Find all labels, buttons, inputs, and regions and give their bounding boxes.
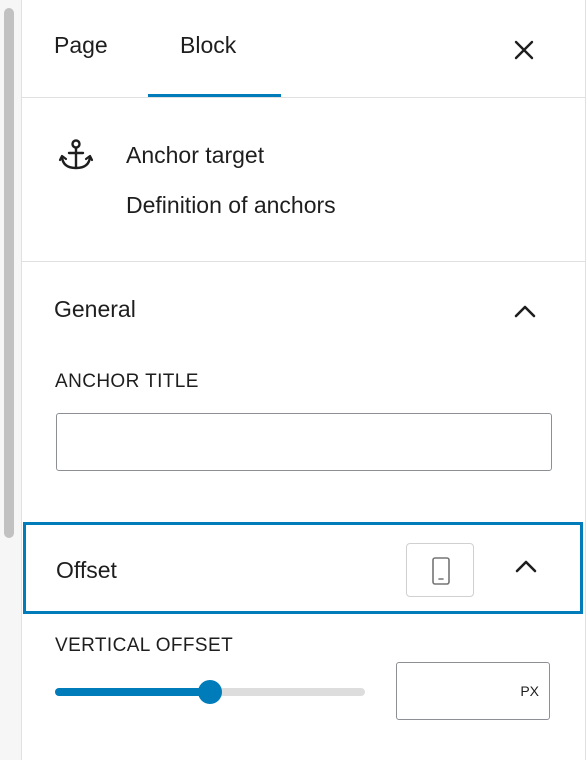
chevron-up-icon[interactable]: [512, 302, 538, 320]
offset-panel-title: Offset: [56, 557, 117, 583]
slider-fill: [55, 688, 210, 696]
chevron-up-icon[interactable]: [513, 557, 539, 575]
block-title: Anchor target: [126, 142, 265, 168]
vertical-offset-input[interactable]: [397, 663, 507, 719]
scrollbar-thumb[interactable]: [4, 8, 14, 538]
tab-page[interactable]: Page: [54, 32, 108, 59]
device-toggle-button[interactable]: [406, 543, 474, 597]
vertical-offset-field: PX: [396, 662, 550, 720]
active-tab-indicator: [148, 94, 281, 97]
general-panel-title[interactable]: General: [54, 296, 136, 323]
mobile-device-icon: [432, 557, 450, 585]
block-card: [22, 98, 585, 262]
block-description: Definition of anchors: [126, 192, 336, 218]
anchor-icon: [58, 139, 94, 170]
offset-panel-header[interactable]: Offset: [23, 522, 583, 614]
anchor-title-label: ANCHOR TITLE: [55, 371, 199, 392]
sidebar-tabs: Page Block: [22, 0, 585, 98]
vertical-offset-slider[interactable]: [55, 680, 365, 704]
close-icon: [514, 40, 534, 60]
block-settings: General ANCHOR TITLE Offset VERTICAL OFF…: [22, 262, 586, 760]
scrollbar[interactable]: [0, 0, 22, 760]
tab-block[interactable]: Block: [180, 32, 236, 59]
close-button[interactable]: [510, 36, 538, 64]
vertical-offset-label: VERTICAL OFFSET: [55, 635, 234, 656]
anchor-title-input[interactable]: [56, 413, 552, 471]
slider-thumb[interactable]: [198, 680, 222, 704]
unit-label: PX: [520, 683, 539, 699]
